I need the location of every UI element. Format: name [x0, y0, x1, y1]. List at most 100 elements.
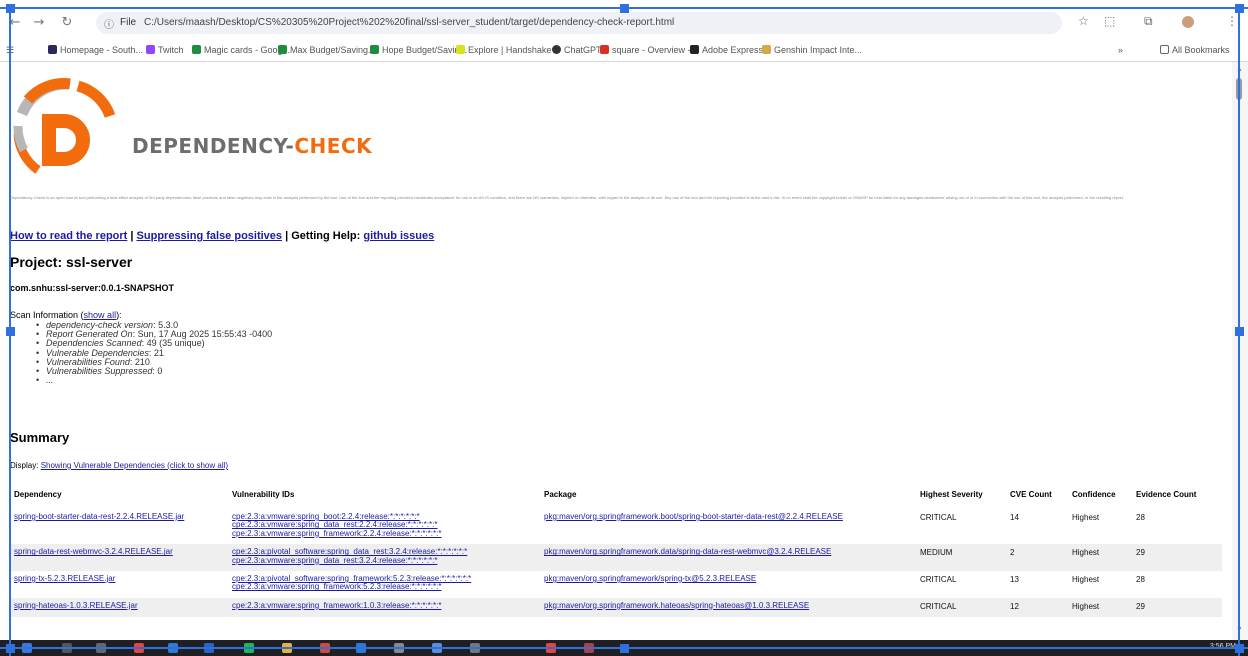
adobe-favicon-icon [690, 45, 699, 54]
col-dependency[interactable]: Dependency [10, 486, 228, 509]
confidence-cell: Highest [1068, 597, 1132, 617]
scan-info-text: Scan Information ( [10, 310, 84, 320]
page-scrollbar[interactable]: ▲ ▼ [1232, 62, 1248, 640]
resize-handle-bottom[interactable] [620, 644, 629, 653]
confidence-cell: Highest [1068, 509, 1132, 545]
bookmark-homepage[interactable]: Homepage - South... [48, 45, 143, 55]
dependency-link[interactable]: spring-hateoas-1.0.3.RELEASE.jar [14, 601, 222, 610]
col-package[interactable]: Package [540, 486, 916, 509]
vuln-ids-cell: cpe:2.3:a:pivotal_software:spring_framew… [228, 571, 540, 598]
bookmark-handshake[interactable]: Explore | Handshake [456, 45, 551, 55]
bookmark-adobe-express[interactable]: Adobe Express [690, 45, 763, 55]
col-vulnerability-ids[interactable]: Vulnerability IDs [228, 486, 540, 509]
bookmark-twitch[interactable]: Twitch [146, 45, 184, 55]
confidence-cell: Highest [1068, 544, 1132, 572]
vuln-id-link[interactable]: cpe:2.3:a:vmware:spring_data_rest:3.2.4:… [232, 556, 534, 565]
twitch-favicon-icon [146, 45, 155, 54]
severity-cell: CRITICAL [916, 597, 1006, 617]
col-evidence-count[interactable]: Evidence Count [1132, 486, 1222, 509]
scan-info-text-end: ): [116, 310, 122, 320]
bookmark-square[interactable]: square - Overview -... [600, 45, 698, 55]
col-confidence[interactable]: Confidence [1068, 486, 1132, 509]
resize-handle-top-right[interactable] [1235, 4, 1244, 13]
evidence-count-cell: 29 [1132, 544, 1222, 572]
menu-kebab-icon[interactable]: ⋮ [1226, 14, 1238, 28]
col-cve-count[interactable]: CVE Count [1006, 486, 1068, 509]
package-cell: pkg:maven/org.springframework.boot/sprin… [540, 509, 916, 545]
bookmark-label: ChatGPT [564, 45, 602, 55]
vuln-id-link[interactable]: cpe:2.3:a:vmware:spring_framework:2.2.4:… [232, 529, 534, 538]
bookmark-chatgpt[interactable]: ChatGPT [552, 45, 602, 55]
resize-handle-bottom-left[interactable] [6, 644, 15, 653]
vuln-ids-cell: cpe:2.3:a:pivotal_software:spring_data_r… [228, 544, 540, 572]
show-all-link[interactable]: show all [84, 310, 117, 320]
github-issues-link[interactable]: github issues [363, 230, 434, 242]
resize-handle-right[interactable] [1235, 327, 1244, 336]
address-bar[interactable]: ⓘ File C:/Users/maash/Desktop/CS%20305%2… [96, 12, 1062, 34]
scan-information-label: Scan Information (show all): [10, 310, 122, 320]
tab-search-icon[interactable]: ⧉ [1144, 14, 1153, 29]
how-to-read-link[interactable]: How to read the report [10, 230, 127, 242]
sheets-favicon-icon [370, 45, 379, 54]
scan-item: ... [46, 376, 272, 385]
disclaimer-text: Dependency-Check is an open source tool … [10, 195, 1124, 200]
info-icon[interactable]: ⓘ [104, 16, 114, 31]
bookmark-hope-budget[interactable]: Hope Budget/Savin... [370, 45, 467, 55]
dependency-cell: spring-hateoas-1.0.3.RELEASE.jar [10, 597, 228, 617]
resize-handle-top-left[interactable] [6, 4, 15, 13]
scan-item-label: Vulnerabilities Suppressed [46, 366, 153, 377]
bookmark-label: Adobe Express [702, 45, 764, 55]
all-bookmarks-folder[interactable]: All Bookmarks [1160, 45, 1230, 55]
evidence-count-cell: 28 [1132, 509, 1222, 545]
vuln-id-link[interactable]: cpe:2.3:a:vmware:spring_framework:1.0.3:… [232, 601, 534, 610]
package-link[interactable]: pkg:maven/org.springframework/spring-tx@… [544, 574, 910, 583]
resize-handle-left[interactable] [6, 327, 15, 336]
show-all-dependencies-link[interactable]: Showing Vulnerable Dependencies (click t… [41, 461, 228, 470]
project-coordinates: com.snhu:ssl-server:0.0.1-SNAPSHOT [10, 283, 175, 293]
bookmark-label: Max Budget/Saving... [290, 45, 376, 55]
col-highest-severity[interactable]: Highest Severity [916, 486, 1006, 509]
dependency-link[interactable]: spring-boot-starter-data-rest-2.2.4.RELE… [14, 512, 222, 521]
bookmark-genshin[interactable]: Genshin Impact Inte... [762, 45, 862, 55]
bookmark-label: Homepage - South... [60, 45, 144, 55]
evidence-count-cell: 28 [1132, 571, 1222, 598]
package-link[interactable]: pkg:maven/org.springframework.boot/sprin… [544, 512, 910, 521]
square-favicon-icon [600, 45, 609, 54]
sheets-favicon-icon [278, 45, 287, 54]
dependency-link[interactable]: spring-tx-5.2.3.RELEASE.jar [14, 574, 222, 583]
dependency-cell: spring-boot-starter-data-rest-2.2.4.RELE… [10, 509, 228, 545]
bookmarks-bar: ☷ Homepage - South... Twitch Magic cards… [0, 40, 1248, 62]
chatgpt-favicon-icon [552, 45, 561, 54]
cve-count-cell: 14 [1006, 509, 1068, 545]
vuln-ids-cell: cpe:2.3:a:vmware:spring_boot:2.2.4:relea… [228, 509, 540, 545]
display-toggle-line: Display: Showing Vulnerable Dependencies… [10, 461, 228, 470]
screenshot-frame: ← → ↻ ⓘ File C:/Users/maash/Desktop/CS%2… [0, 0, 1248, 656]
vuln-id-link[interactable]: cpe:2.3:a:vmware:spring_framework:5.2.3:… [232, 583, 534, 592]
url-text[interactable]: C:/Users/maash/Desktop/CS%20305%20Projec… [144, 17, 674, 28]
star-icon[interactable]: ☆ [1078, 14, 1089, 28]
suppressing-false-positives-link[interactable]: Suppressing false positives [137, 230, 283, 242]
homepage-favicon-icon [48, 45, 57, 54]
cve-count-cell: 12 [1006, 597, 1068, 617]
forward-icon[interactable]: → [30, 14, 48, 32]
severity-cell: CRITICAL [916, 571, 1006, 598]
folder-icon [1160, 45, 1169, 54]
scan-information-list: dependency-check version: 5.3.0 Report G… [46, 320, 272, 385]
package-link[interactable]: pkg:maven/org.springframework.data/sprin… [544, 547, 910, 556]
bookmark-max-budget[interactable]: Max Budget/Saving... [278, 45, 376, 55]
extensions-icon[interactable]: ⬚ [1104, 14, 1115, 28]
profile-avatar-icon[interactable] [1182, 16, 1194, 28]
severity-cell: CRITICAL [916, 509, 1006, 545]
table-row: spring-hateoas-1.0.3.RELEASE.jar cpe:2.3… [10, 597, 1222, 617]
package-cell: pkg:maven/org.springframework.hateoas/sp… [540, 597, 916, 617]
summary-table-header: Dependency Vulnerability IDs Package Hig… [10, 486, 1222, 509]
genshin-favicon-icon [762, 45, 771, 54]
bookmark-magic-cards[interactable]: Magic cards - Goog... [192, 45, 290, 55]
package-link[interactable]: pkg:maven/org.springframework.hateoas/sp… [544, 601, 910, 610]
package-cell: pkg:maven/org.springframework.data/sprin… [540, 544, 916, 572]
dependency-link[interactable]: spring-data-rest-webmvc-3.2.4.RELEASE.ja… [14, 547, 222, 556]
more-bookmarks-button[interactable]: » [1118, 45, 1123, 55]
resize-handle-top[interactable] [620, 4, 629, 13]
reload-icon[interactable]: ↻ [58, 14, 76, 32]
resize-handle-bottom-right[interactable] [1235, 644, 1244, 653]
